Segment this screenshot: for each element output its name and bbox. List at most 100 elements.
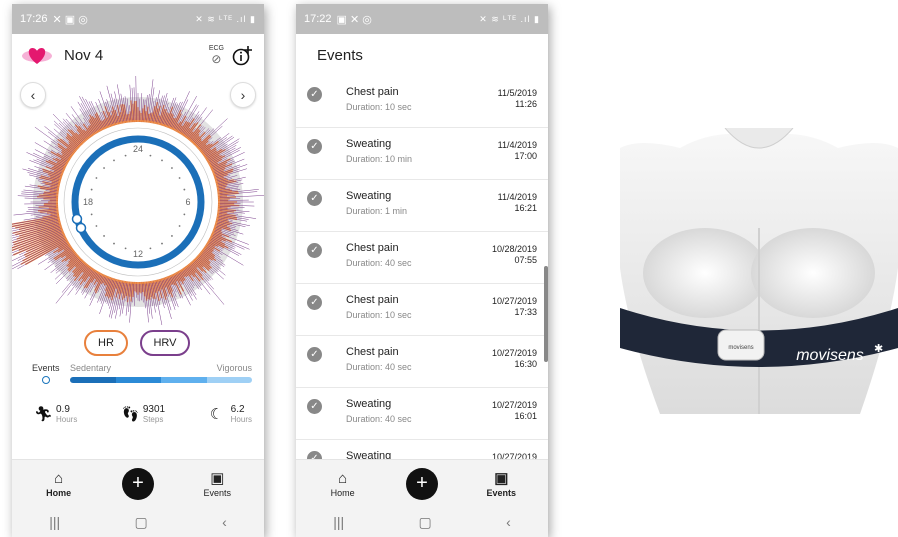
event-date: 11/4/2019 [497, 140, 537, 150]
hour-tick [124, 154, 127, 157]
check-icon: ✓ [307, 139, 322, 154]
add-event-button[interactable]: + [121, 467, 154, 500]
activity-segment [161, 377, 207, 383]
hrv-toggle-button[interactable]: HRV [140, 330, 190, 356]
event-title: Chest pain [346, 86, 399, 98]
strap-brand-text: movisens [796, 347, 864, 364]
event-text: Chest pain Duration: 40 sec [346, 242, 492, 268]
legend-sedentary-label: Sedentary [70, 363, 112, 373]
moon-icon: ☾ [209, 406, 224, 423]
event-title: Chest pain [346, 294, 399, 306]
calendar-icon: ▣ [494, 469, 509, 487]
event-duration: Duration: 40 sec [346, 362, 412, 372]
system-home-icon[interactable]: ▢ [419, 514, 432, 531]
sensor-brand-text: movisens [728, 345, 753, 351]
right-pectoral [751, 228, 875, 318]
add-info-icon[interactable] [232, 44, 254, 66]
hour-tick [161, 159, 163, 162]
nav-events[interactable]: ▣ Events [471, 470, 531, 498]
stat-unit: Steps [142, 415, 164, 424]
notification-icons: ✕ ▣ ◎ [52, 13, 88, 26]
event-datetime: 11/4/2019 17:00 [498, 140, 537, 162]
hr-toggle-button[interactable]: HR [84, 330, 128, 356]
heart-logo-icon [22, 48, 52, 64]
nav-events[interactable]: ▣ Events [187, 470, 247, 498]
events-header: Events [296, 34, 548, 76]
status-right: ✕ ≋ ᴸᵀᴱ .ıl ▮ [195, 13, 256, 24]
event-text: Sweating Duration: 10 min [346, 138, 498, 164]
event-datetime: 10/27/2019 17:33 [492, 296, 537, 318]
hour-tick [113, 159, 115, 162]
event-duration: Duration: 10 min [346, 154, 413, 164]
system-home-icon[interactable]: ▢ [135, 514, 148, 531]
clock-label-18: 18 [83, 197, 93, 207]
activity-segment [115, 377, 161, 383]
recent-apps-icon[interactable]: ||| [49, 514, 60, 530]
check-icon: ✓ [307, 295, 322, 310]
legend-events-label: Events [32, 363, 60, 373]
hour-tick [149, 247, 152, 250]
status-bar: 17:22 ▣ ✕ ◎ ✕ ≋ ᴸᵀᴱ .ıl ▮ [296, 4, 548, 34]
event-row[interactable]: ✓ Sweating Duration: 10 min 11/4/2019 17:00 [296, 128, 548, 180]
add-event-button[interactable]: + [405, 467, 438, 500]
hour-tick [183, 213, 186, 216]
events-screen: 17:22 ▣ ✕ ◎ ✕ ≋ ᴸᵀᴱ .ıl ▮ Events ✓ Chest p… [296, 4, 548, 537]
hour-tick [178, 177, 181, 179]
stat-steps: 👣︎ 9301 Steps [121, 404, 165, 424]
event-datetime: 11/4/2019 16:21 [498, 192, 537, 214]
hour-tick [183, 188, 186, 191]
hour-tick [171, 235, 173, 237]
home-screen: 17:26 ✕ ▣ ◎ ✕ ≋ ᴸᵀᴱ .ıl ▮ Nov 4 ECG ⊘ ‹ › [12, 4, 264, 537]
nav-home[interactable]: ⌂ Home [29, 470, 89, 498]
activity-intensity-bar [70, 377, 252, 383]
event-marker[interactable] [71, 213, 83, 225]
system-navigation: ||| ▢ ‹ [12, 507, 264, 537]
event-date: 11/4/2019 [497, 192, 537, 202]
hour-tick [124, 247, 127, 250]
event-text: Chest pain Duration: 10 sec [346, 86, 498, 112]
event-datetime: 10/27/2019 16:30 [492, 348, 537, 370]
scrollbar[interactable] [544, 266, 548, 362]
check-icon: ✓ [307, 243, 322, 258]
hour-tick [178, 225, 181, 227]
event-title: Chest pain [346, 346, 399, 358]
sensor-signal-icon: ⊘ [211, 52, 222, 66]
plus-icon: + [416, 472, 428, 494]
event-row[interactable]: ✓ Sweating Duration: 1 min 11/4/2019 16:21 [296, 180, 548, 232]
event-time: 07:55 [514, 255, 537, 265]
event-row[interactable]: ✓ Chest pain Duration: 10 sec 10/27/2019 17:… [296, 284, 548, 336]
event-title: Sweating [346, 398, 392, 410]
event-text: Sweating Duration: 40 sec [346, 398, 492, 424]
event-time: 16:21 [514, 203, 537, 213]
event-title: Sweating [346, 190, 392, 202]
hour-tick [90, 213, 93, 216]
event-row[interactable]: ✓ Chest pain Duration: 10 sec 11/5/2019 11:2… [296, 76, 548, 128]
nav-home-label: Home [46, 487, 72, 498]
event-marker[interactable] [75, 222, 87, 234]
legend-vigorous-label: Vigorous [216, 363, 252, 373]
check-icon: ✓ [307, 347, 322, 362]
recent-apps-icon[interactable]: ||| [333, 514, 344, 530]
circadian-ring-chart: 24 6 12 18 [12, 76, 264, 326]
status-time: 17:22 [304, 13, 332, 25]
nav-home[interactable]: ⌂ Home [313, 470, 373, 498]
event-list: ✓ Chest pain Duration: 10 sec 11/5/2019 11:2… [296, 76, 548, 459]
hour-tick [90, 188, 93, 191]
back-icon[interactable]: ‹ [506, 514, 511, 530]
event-row[interactable]: ✓ Chest pain Duration: 40 sec 10/28/2019 07:… [296, 232, 548, 284]
check-icon: ✓ [307, 399, 322, 414]
event-row[interactable]: ✓ Chest pain Duration: 40 sec 10/27/2019 16:… [296, 336, 548, 388]
event-date: 10/27/2019 [491, 400, 537, 410]
system-navigation: ||| ▢ ‹ [296, 507, 548, 537]
event-datetime: 10/27/2019 [492, 452, 537, 459]
back-icon[interactable]: ‹ [222, 514, 227, 530]
stat-value: 6.2 [230, 404, 245, 415]
event-row[interactable]: ✓ Sweating 10/27/2019 [296, 440, 548, 459]
event-row[interactable]: ✓ Sweating Duration: 40 sec 10/27/2019 16:01 [296, 388, 548, 440]
ecg-sensor-button[interactable]: ECG ⊘ [209, 45, 224, 65]
plus-icon: + [132, 472, 144, 494]
event-time: 17:00 [514, 151, 537, 161]
check-icon: ✓ [307, 451, 322, 459]
stat-sleep: ☾ 6.2 Hours [209, 404, 252, 424]
event-datetime: 10/28/2019 07:55 [492, 244, 537, 266]
